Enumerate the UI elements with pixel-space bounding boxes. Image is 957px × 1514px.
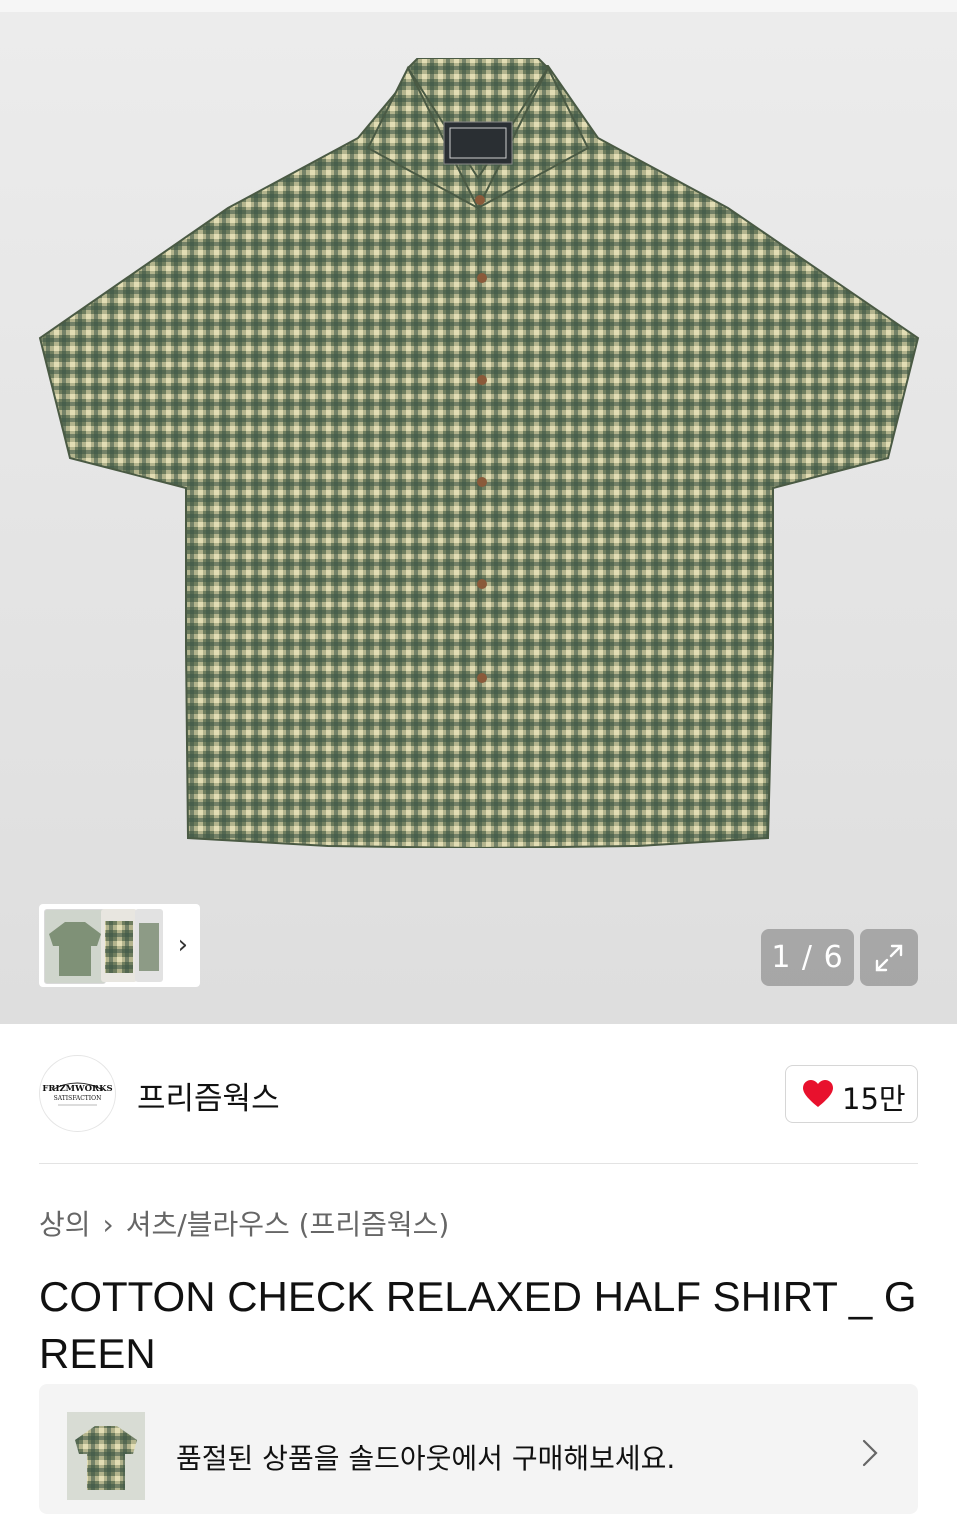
divider	[39, 1163, 918, 1164]
product-main-image[interactable]	[38, 58, 922, 848]
status-strip	[0, 0, 957, 12]
brand-row: FRIZMWORKS SATISFACTION 프리즘웍스 15만	[39, 1055, 918, 1132]
product-title: COTTON CHECK RELAXED HALF SHIRT _ GREEN	[39, 1273, 917, 1377]
thumbnail-2[interactable]	[101, 909, 137, 982]
svg-text:SATISFACTION: SATISFACTION	[54, 1095, 102, 1102]
heart-icon	[803, 1080, 833, 1107]
brand-name[interactable]: 프리즘웍스	[137, 1073, 280, 1118]
brand-logo[interactable]: FRIZMWORKS SATISFACTION	[39, 1055, 116, 1132]
like-button[interactable]: 15만	[785, 1065, 918, 1123]
like-count: 15만	[842, 1082, 906, 1116]
expand-button[interactable]	[860, 929, 918, 986]
chevron-right-icon	[862, 1439, 878, 1467]
breadcrumb: 상의 › 셔츠/블라우스 (프리즘웍스)	[39, 1203, 449, 1243]
thumbnail-strip[interactable]: ›	[39, 904, 200, 987]
soldout-product-thumbnail	[67, 1412, 145, 1500]
svg-text:FRIZMWORKS: FRIZMWORKS	[42, 1084, 112, 1094]
breadcrumb-item-shirts[interactable]: 셔츠/블라우스 (프리즘웍스)	[126, 1208, 450, 1241]
product-image-gallery[interactable]: › 1 / 6	[0, 12, 957, 1024]
thumbnail-3[interactable]	[135, 909, 163, 982]
thumbnail-1[interactable]	[44, 909, 106, 984]
image-counter: 1 / 6	[761, 929, 854, 986]
chevron-right-icon: ›	[102, 1208, 114, 1241]
breadcrumb-item-top[interactable]: 상의	[39, 1208, 91, 1241]
soldout-message: 품절된 상품을 솔드아웃에서 구매해보세요.	[176, 1442, 676, 1475]
soldout-banner[interactable]: 품절된 상품을 솔드아웃에서 구매해보세요.	[39, 1384, 918, 1514]
chevron-right-icon[interactable]: ›	[178, 932, 188, 958]
expand-arrows-icon	[875, 944, 903, 972]
